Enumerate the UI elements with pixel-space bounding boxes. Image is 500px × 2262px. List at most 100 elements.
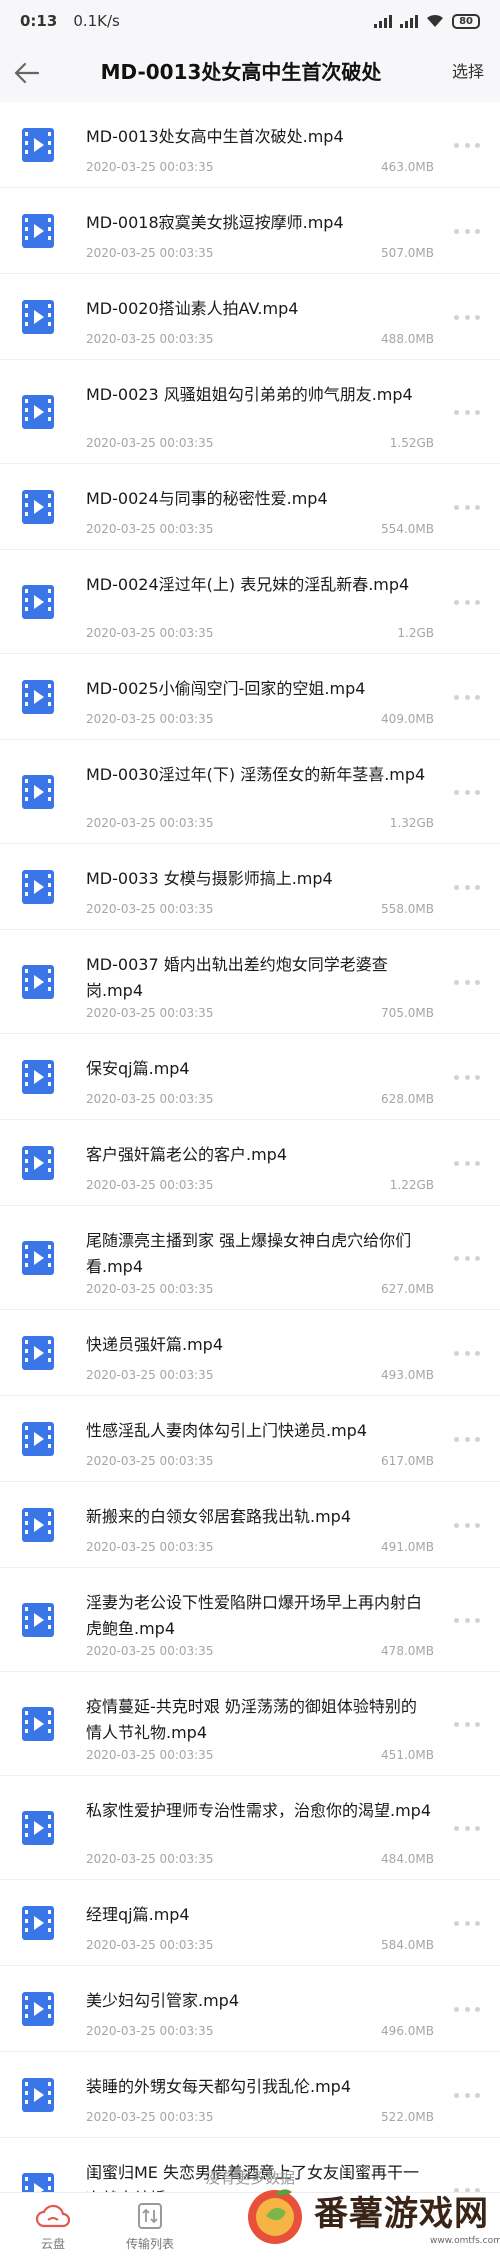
file-row[interactable]: MD-0033 女模与摄影师搞上.mp4 2020-03-25 00:03:35 5…: [0, 844, 500, 930]
file-row[interactable]: 保安qj篇.mp4 2020-03-25 00:03:35 628.0MB: [0, 1034, 500, 1120]
file-name: MD-0024与同事的秘密性爱.mp4: [86, 489, 328, 508]
more-options-button[interactable]: [454, 1515, 480, 1535]
file-row[interactable]: MD-0037 婚内出轨出差约炮女同学老婆查岗.mp4 2020-03-25 00…: [0, 930, 500, 1034]
dot-icon: [464, 1721, 470, 1727]
more-options-button[interactable]: [454, 402, 480, 422]
file-row[interactable]: 快递员强奸篇.mp4 2020-03-25 00:03:35 493.0MB: [0, 1310, 500, 1396]
more-options-button[interactable]: [454, 687, 480, 707]
file-row[interactable]: 新搬来的白领女邻居套路我出轨.mp4 2020-03-25 00:03:35 491…: [0, 1482, 500, 1568]
more-options-button[interactable]: [454, 497, 480, 517]
header-bar: MD-0013处女高中生首次破处 选择: [0, 42, 500, 102]
file-name: 经理qj篇.mp4: [86, 1905, 190, 1924]
file-size: 705.0MB: [381, 1006, 434, 1020]
file-row[interactable]: MD-0024淫过年(上) 表兄妹的淫乱新春.mp4 2020-03-25 00:…: [0, 550, 500, 654]
file-row[interactable]: 性感淫乱人妻肉体勾引上门快递员.mp4 2020-03-25 00:03:35 61…: [0, 1396, 500, 1482]
tab-transfer-list[interactable]: 传输列表: [105, 2201, 195, 2252]
dot-icon: [464, 142, 470, 148]
file-row[interactable]: MD-0030淫过年(下) 淫荡侄女的新年茎喜.mp4 2020-03-25 00…: [0, 740, 500, 844]
file-name: 保安qj篇.mp4: [86, 1059, 190, 1078]
file-date: 2020-03-25 00:03:35: [86, 626, 214, 640]
file-name: MD-0024淫过年(上) 表兄妹的淫乱新春.mp4: [86, 575, 410, 594]
more-options-button[interactable]: [454, 1343, 480, 1363]
file-size: 554.0MB: [381, 522, 434, 536]
more-options-button[interactable]: [454, 1913, 480, 1933]
more-options-button[interactable]: [454, 1153, 480, 1173]
status-time: 0:13: [20, 12, 58, 30]
file-name: MD-0033 女模与摄影师搞上.mp4: [86, 869, 333, 888]
file-size: 478.0MB: [381, 1644, 434, 1658]
video-file-icon: [22, 490, 54, 524]
more-options-button[interactable]: [454, 1818, 480, 1838]
file-name: MD-0023 风骚姐姐勾引弟弟的帅气朋友.mp4: [86, 385, 413, 404]
dot-icon: [464, 1825, 470, 1831]
more-options-button[interactable]: [454, 221, 480, 241]
select-button[interactable]: 选择: [452, 42, 484, 102]
dot-icon: [475, 2092, 480, 2098]
file-row[interactable]: MD-0025小偷闯空门-回家的空姐.mp4 2020-03-25 00:03:3…: [0, 654, 500, 740]
file-row[interactable]: MD-0024与同事的秘密性爱.mp4 2020-03-25 00:03:35 55…: [0, 464, 500, 550]
file-row[interactable]: 装睡的外甥女每天都勾引我乱伦.mp4 2020-03-25 00:03:35 522…: [0, 2052, 500, 2138]
more-options-button[interactable]: [454, 307, 480, 327]
more-options-button[interactable]: [454, 1248, 480, 1268]
more-options-button[interactable]: [454, 135, 480, 155]
status-bar: 0:13 0.1K/s 80: [0, 0, 500, 42]
file-row[interactable]: 疫情蔓延-共克时艰 奶淫荡荡的御姐体验特别的情人节礼物.mp4 2020-03-2…: [0, 1672, 500, 1776]
back-button[interactable]: [10, 56, 44, 90]
dot-icon: [464, 789, 470, 795]
dot-icon: [454, 2006, 459, 2012]
file-date: 2020-03-25 00:03:35: [86, 332, 214, 346]
signal-icon: [374, 14, 393, 28]
file-row[interactable]: MD-0023 风骚姐姐勾引弟弟的帅气朋友.mp4 2020-03-25 00:0…: [0, 360, 500, 464]
more-options-button[interactable]: [454, 2085, 480, 2105]
file-date: 2020-03-25 00:03:35: [86, 1748, 214, 1762]
video-file-icon: [22, 300, 54, 334]
dot-icon: [454, 979, 459, 985]
video-file-icon: [22, 1508, 54, 1542]
dot-icon: [454, 1920, 459, 1926]
more-options-button[interactable]: [454, 972, 480, 992]
more-options-button[interactable]: [454, 877, 480, 897]
file-row[interactable]: MD-0018寂寞美女挑逗按摩师.mp4 2020-03-25 00:03:35 5…: [0, 188, 500, 274]
dot-icon: [475, 1074, 480, 1080]
dot-icon: [454, 2092, 459, 2098]
dot-icon: [464, 884, 470, 890]
video-file-icon: [22, 1422, 54, 1456]
dot-icon: [454, 1160, 459, 1166]
more-options-button[interactable]: [454, 1067, 480, 1087]
file-name: MD-0013处女高中生首次破处.mp4: [86, 127, 344, 146]
more-options-button[interactable]: [454, 1714, 480, 1734]
more-options-button[interactable]: [454, 782, 480, 802]
file-row[interactable]: 美少妇勾引管家.mp4 2020-03-25 00:03:35 496.0MB: [0, 1966, 500, 2052]
video-file-icon: [22, 775, 54, 809]
dot-icon: [475, 2006, 480, 2012]
file-date: 2020-03-25 00:03:35: [86, 2110, 214, 2124]
dot-icon: [454, 314, 459, 320]
dot-icon: [464, 409, 470, 415]
file-date: 2020-03-25 00:03:35: [86, 1282, 214, 1296]
more-options-button[interactable]: [454, 592, 480, 612]
file-row[interactable]: 经理qj篇.mp4 2020-03-25 00:03:35 584.0MB: [0, 1880, 500, 1966]
file-row[interactable]: MD-0020搭讪素人拍AV.mp4 2020-03-25 00:03:35 488…: [0, 274, 500, 360]
tab-label-cloud: 云盘: [40, 2237, 65, 2251]
tab-label-transfer: 传输列表: [125, 2237, 174, 2251]
watermark-logo-icon: [248, 2189, 302, 2244]
file-row[interactable]: MD-0013处女高中生首次破处.mp4 2020-03-25 00:03:35 4…: [0, 102, 500, 188]
file-row[interactable]: 淫妻为老公设下性爱陷阱口爆开场早上再内射白虎鲍鱼.mp4 2020-03-25 0…: [0, 1568, 500, 1672]
watermark-url: www.omtfs.com: [430, 2236, 500, 2246]
file-list: MD-0013处女高中生首次破处.mp4 2020-03-25 00:03:35 4…: [0, 102, 500, 2242]
file-row[interactable]: 尾随漂亮主播到家 强上爆操女神白虎穴给你们看.mp4 2020-03-25 00:…: [0, 1206, 500, 1310]
file-size: 491.0MB: [381, 1540, 434, 1554]
more-options-button[interactable]: [454, 1999, 480, 2019]
more-options-button[interactable]: [454, 1610, 480, 1630]
video-file-icon: [22, 214, 54, 248]
file-row[interactable]: 客户强奸篇老公的客户.mp4 2020-03-25 00:03:35 1.22GB: [0, 1120, 500, 1206]
video-file-icon: [22, 585, 54, 619]
file-date: 2020-03-25 00:03:35: [86, 816, 214, 830]
more-options-button[interactable]: [454, 1429, 480, 1449]
file-row[interactable]: 私家性爱护理师专治性需求，治愈你的渴望.mp4 2020-03-25 00:03:…: [0, 1776, 500, 1880]
dot-icon: [475, 1721, 480, 1727]
dot-icon: [454, 1436, 459, 1442]
video-file-icon: [22, 1336, 54, 1370]
tab-cloud[interactable]: 云盘: [8, 2201, 98, 2252]
dot-icon: [454, 1522, 459, 1528]
